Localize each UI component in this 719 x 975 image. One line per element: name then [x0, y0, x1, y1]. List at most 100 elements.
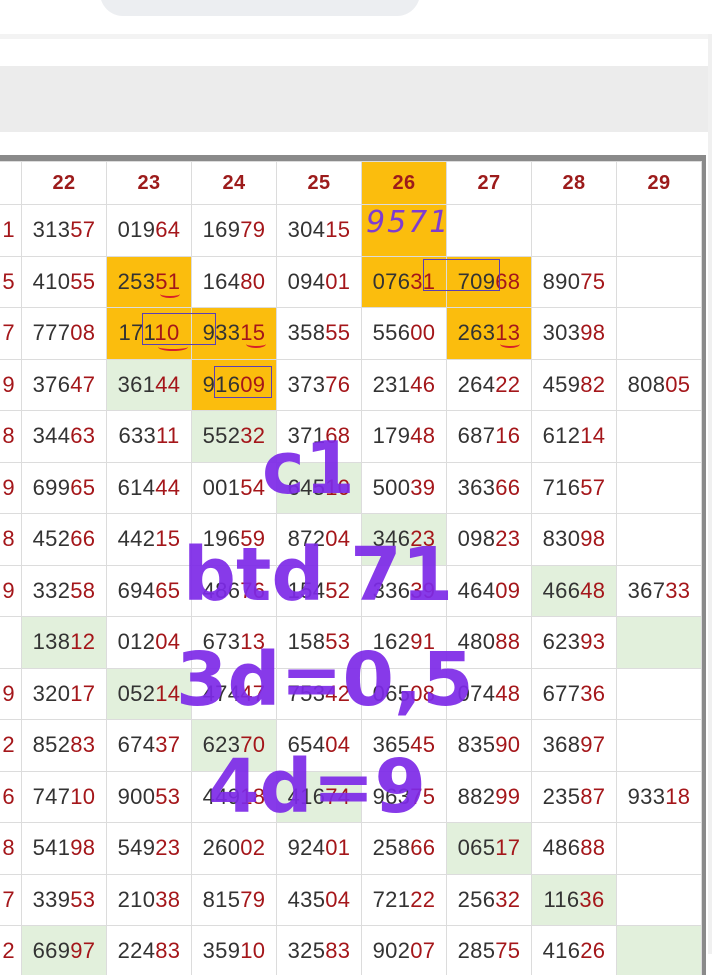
number-cell: 69965 — [21, 462, 106, 514]
number-cell: 46409 — [446, 565, 531, 617]
number-prefix: 687 — [458, 423, 496, 448]
number-prefix: 882 — [458, 784, 496, 809]
number-cell: 26313 — [446, 308, 531, 360]
number-cell: 45266 — [21, 514, 106, 566]
number-prefix: 210 — [118, 887, 156, 912]
number-suffix: 17 — [495, 835, 520, 860]
number-cell — [616, 411, 701, 463]
number-suffix: 01 — [325, 269, 350, 294]
number-suffix: 07 — [410, 938, 435, 963]
number-cell: 44215 — [106, 514, 191, 566]
number-prefix: 179 — [373, 423, 411, 448]
number-cell: 54198 — [21, 823, 106, 875]
number-prefix: 674 — [118, 732, 156, 757]
header-cell: 27 — [446, 162, 531, 205]
number-cell: 83098 — [531, 514, 616, 566]
number-cell: 63311 — [106, 411, 191, 463]
number-cell: 36366 — [446, 462, 531, 514]
row-edge-cell: 5 — [0, 256, 21, 308]
number-cell: 62393 — [531, 617, 616, 669]
number-prefix: 313 — [33, 217, 71, 242]
top-search-pill[interactable] — [100, 0, 420, 16]
number-suffix: 15 — [155, 526, 180, 551]
number-cell — [616, 514, 701, 566]
number-prefix: 368 — [543, 732, 581, 757]
number-suffix: 14 — [580, 423, 605, 448]
header-bar — [0, 66, 708, 132]
number-cell: 36144 — [106, 359, 191, 411]
number-suffix: 64 — [155, 217, 180, 242]
number-cell: 16979 — [191, 205, 276, 257]
number-cell: 45982 — [531, 359, 616, 411]
number-prefix: 098 — [458, 526, 496, 551]
number-prefix: 076 — [373, 269, 411, 294]
number-cell: 31357 — [21, 205, 106, 257]
table-row: 9376473614491609373762314626422459828080… — [0, 359, 702, 411]
number-prefix: 623 — [543, 629, 581, 654]
number-suffix: 79 — [240, 887, 265, 912]
number-cell: 89075 — [531, 256, 616, 308]
number-suffix: 17 — [70, 681, 95, 706]
number-cell: 28575 — [446, 926, 531, 975]
number-prefix: 373 — [288, 372, 326, 397]
number-suffix: 55 — [70, 269, 95, 294]
number-suffix: 16 — [495, 423, 520, 448]
scrollbar-track[interactable] — [708, 34, 712, 954]
number-cell: 17948 — [361, 411, 446, 463]
header-cell: 28 — [531, 162, 616, 205]
number-suffix: 75 — [495, 938, 520, 963]
number-cell: 01964 — [106, 205, 191, 257]
table-row: 733953210388157943504721222563211636 — [0, 874, 702, 926]
number-cell: 11636 — [531, 874, 616, 926]
number-prefix: 549 — [118, 835, 156, 860]
number-cell: 36897 — [531, 720, 616, 772]
marker-box — [142, 313, 216, 345]
number-cell — [531, 205, 616, 257]
number-prefix: 285 — [458, 938, 496, 963]
number-prefix: 924 — [288, 835, 326, 860]
number-cell: 35910 — [191, 926, 276, 975]
number-suffix: 26 — [580, 938, 605, 963]
row-edge-cell: 9 — [0, 359, 21, 411]
number-suffix: 48 — [410, 423, 435, 448]
number-prefix: 777 — [33, 320, 71, 345]
table-row: 777708171109331535855556002631330398 — [0, 308, 702, 360]
number-suffix: 53 — [155, 784, 180, 809]
number-suffix: 36 — [580, 681, 605, 706]
number-prefix: 614 — [118, 475, 156, 500]
header-cell: 23 — [106, 162, 191, 205]
number-suffix: 01 — [325, 835, 350, 860]
number-prefix: 612 — [543, 423, 581, 448]
number-suffix: 98 — [580, 320, 605, 345]
number-suffix: 37 — [155, 732, 180, 757]
number-suffix: 90 — [495, 732, 520, 757]
number-cell: 16480 — [191, 256, 276, 308]
number-cell: 50039 — [361, 462, 446, 514]
number-prefix: 116 — [543, 887, 579, 912]
table-header-row: 2223242526272829 — [0, 162, 702, 205]
table-row: 854198549232600292401258660651748688 — [0, 823, 702, 875]
number-cell — [616, 256, 701, 308]
marker-box — [214, 366, 272, 398]
number-prefix: 363 — [458, 475, 496, 500]
row-edge-cell: 8 — [0, 823, 21, 875]
number-cell — [616, 617, 701, 669]
number-prefix: 164 — [203, 269, 241, 294]
number-suffix: 76 — [325, 372, 350, 397]
number-cell: 36733 — [616, 565, 701, 617]
number-suffix: 93 — [580, 629, 605, 654]
number-suffix: 87 — [580, 784, 605, 809]
number-cell: 48688 — [531, 823, 616, 875]
annotation-btd: btd 71 — [183, 538, 453, 612]
number-prefix: 376 — [33, 372, 71, 397]
number-cell: 66997 — [21, 926, 106, 975]
number-prefix: 890 — [543, 269, 581, 294]
number-cell: 61444 — [106, 462, 191, 514]
number-prefix: 332 — [33, 578, 71, 603]
number-cell — [616, 823, 701, 875]
number-prefix: 065 — [458, 835, 496, 860]
number-suffix: 02 — [240, 835, 265, 860]
number-suffix: 66 — [410, 835, 435, 860]
number-suffix: 48 — [580, 578, 605, 603]
number-cell: 25351 — [106, 256, 191, 308]
